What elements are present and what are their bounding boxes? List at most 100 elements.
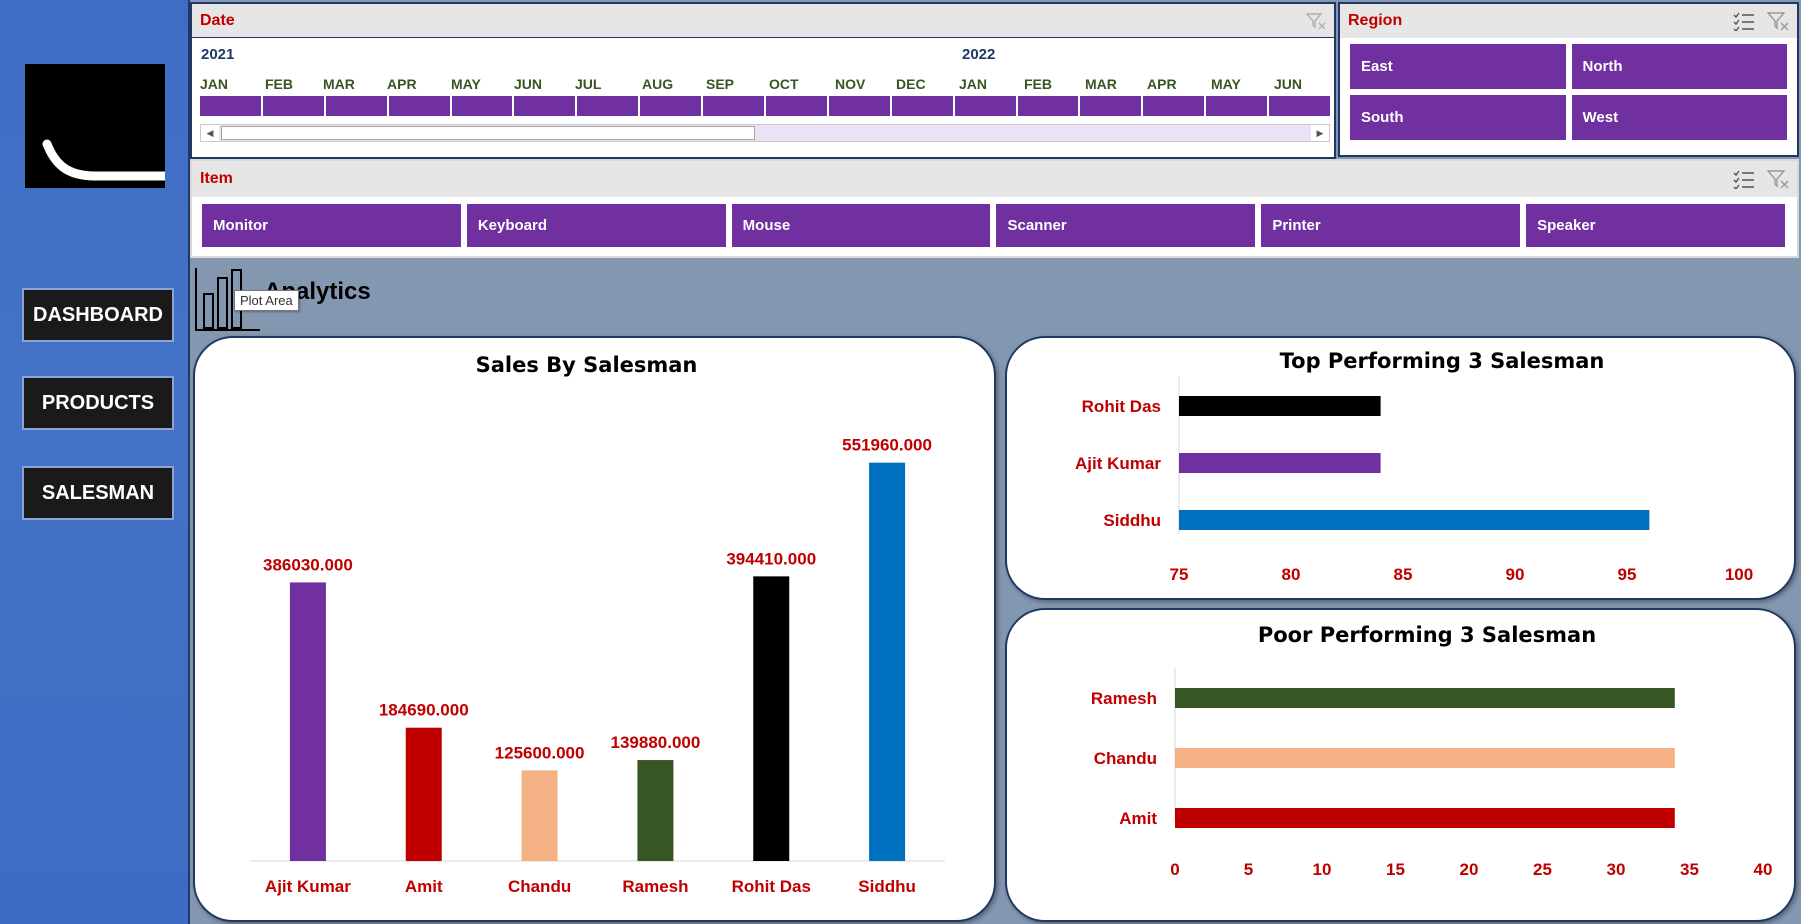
month-label: MAY bbox=[451, 76, 481, 92]
item-scanner-button[interactable]: Scanner bbox=[996, 204, 1256, 247]
bar bbox=[405, 727, 442, 861]
bar bbox=[1179, 510, 1650, 530]
date-slicer-title: Date bbox=[200, 11, 235, 29]
chart-title: Top Performing 3 Salesman bbox=[1280, 349, 1605, 373]
multi-select-icon[interactable] bbox=[1733, 11, 1755, 31]
top-performing-chart: Top Performing 3 Salesman Rohit Das Ajit K… bbox=[1005, 336, 1796, 600]
item-options: Monitor Keyboard Mouse Scanner Printer S… bbox=[192, 197, 1797, 247]
chart-title: Poor Performing 3 Salesman bbox=[1258, 623, 1596, 647]
logo bbox=[25, 64, 165, 188]
month-label: JAN bbox=[200, 76, 229, 92]
bar bbox=[637, 760, 674, 861]
x-tick-label: Chandu bbox=[508, 877, 571, 896]
date-slicer-header: Date bbox=[192, 4, 1334, 38]
clear-filter-icon[interactable] bbox=[1306, 12, 1326, 30]
item-slicer: Item Monitor Keyboard Mouse Scanner Prin… bbox=[190, 159, 1799, 258]
bar bbox=[1175, 748, 1675, 768]
year-label-2021: 2021 bbox=[201, 46, 235, 63]
timeline-month-cell[interactable] bbox=[1080, 96, 1142, 116]
region-east-button[interactable]: East bbox=[1350, 44, 1566, 89]
year-label-2022: 2022 bbox=[962, 46, 996, 63]
timeline-month-cell[interactable] bbox=[388, 96, 450, 116]
timeline-body: 2021 2022 JAN FEB MAR APR MAY JUN JUL AU… bbox=[192, 38, 1334, 160]
x-tick-label: 25 bbox=[1533, 860, 1552, 879]
item-printer-button[interactable]: Printer bbox=[1261, 204, 1521, 247]
timeline-month-cell[interactable] bbox=[1206, 96, 1268, 116]
month-label: JUN bbox=[1274, 76, 1303, 92]
region-south-button[interactable]: South bbox=[1350, 95, 1566, 140]
timeline-month-cell[interactable] bbox=[954, 96, 1016, 116]
bar bbox=[1179, 453, 1381, 473]
month-label: APR bbox=[387, 76, 417, 92]
x-tick-label: 90 bbox=[1506, 565, 1525, 584]
y-tick-label: Chandu bbox=[1094, 749, 1157, 768]
x-tick-label: 80 bbox=[1282, 565, 1301, 584]
region-north-button[interactable]: North bbox=[1571, 44, 1787, 89]
month-label: FEB bbox=[265, 76, 293, 92]
dashboard-button[interactable]: DASHBOARD bbox=[22, 288, 174, 342]
bar bbox=[869, 462, 906, 861]
bar bbox=[1179, 396, 1381, 416]
y-tick-label: Ajit Kumar bbox=[1075, 454, 1161, 473]
timeline-month-cell[interactable] bbox=[766, 96, 827, 116]
x-tick-label: 100 bbox=[1725, 565, 1753, 584]
data-label: 551960.000 bbox=[842, 436, 932, 455]
x-tick-label: Amit bbox=[405, 877, 443, 896]
scroll-right-icon[interactable]: ▶ bbox=[1311, 125, 1329, 141]
timeline-month-cell[interactable] bbox=[1017, 96, 1079, 116]
clear-filter-icon[interactable] bbox=[1767, 11, 1789, 31]
bar bbox=[289, 582, 326, 861]
data-label: 125600.000 bbox=[495, 743, 585, 762]
clear-filter-icon[interactable] bbox=[1767, 169, 1789, 189]
bar bbox=[753, 576, 790, 861]
scroll-left-icon[interactable]: ◀ bbox=[201, 125, 219, 141]
item-monitor-button[interactable]: Monitor bbox=[202, 204, 461, 247]
timeline-month-cell[interactable] bbox=[325, 96, 387, 116]
month-label: OCT bbox=[769, 76, 799, 92]
month-label: JAN bbox=[959, 76, 988, 92]
item-speaker-button[interactable]: Speaker bbox=[1526, 204, 1785, 247]
scroll-thumb[interactable] bbox=[221, 126, 755, 140]
timeline-month-cell[interactable] bbox=[703, 96, 765, 116]
item-slicer-title: Item bbox=[200, 170, 233, 187]
item-keyboard-button[interactable]: Keyboard bbox=[466, 204, 726, 247]
timeline-month-cell[interactable] bbox=[262, 96, 324, 116]
item-slicer-header: Item bbox=[192, 161, 1797, 197]
x-tick-label: Rohit Das bbox=[732, 877, 811, 896]
month-label: JUL bbox=[575, 76, 602, 92]
month-label: MAR bbox=[1085, 76, 1117, 92]
timeline-month-cell[interactable] bbox=[640, 96, 702, 116]
timeline-scrollbar[interactable]: ◀ ▶ bbox=[200, 124, 1330, 142]
x-tick-label: Siddhu bbox=[858, 877, 916, 896]
x-tick-label: 15 bbox=[1386, 860, 1405, 879]
poor-performing-chart: Poor Performing 3 Salesman Ramesh Chandu Am… bbox=[1005, 608, 1796, 922]
month-label: MAY bbox=[1211, 76, 1241, 92]
month-label: FEB bbox=[1024, 76, 1052, 92]
bar bbox=[521, 770, 558, 861]
timeline-bar[interactable] bbox=[200, 96, 1331, 116]
x-tick-label: 0 bbox=[1170, 860, 1179, 879]
month-labels: JAN FEB MAR APR MAY JUN JUL AUG SEP OCT … bbox=[200, 76, 1330, 92]
timeline-month-cell[interactable] bbox=[1143, 96, 1205, 116]
x-tick-label: 5 bbox=[1244, 860, 1253, 879]
timeline-month-cell[interactable] bbox=[451, 96, 513, 116]
chart-title: Sales By Salesman bbox=[476, 353, 698, 377]
y-tick-label: Ramesh bbox=[1091, 689, 1157, 708]
timeline-month-cell[interactable] bbox=[1269, 96, 1331, 116]
products-button[interactable]: PRODUCTS bbox=[22, 376, 174, 430]
timeline-month-cell[interactable] bbox=[514, 96, 576, 116]
x-tick-label: Ajit Kumar bbox=[265, 877, 351, 896]
timeline-month-cell[interactable] bbox=[828, 96, 890, 116]
data-label: 139880.000 bbox=[611, 733, 701, 752]
region-west-button[interactable]: West bbox=[1571, 95, 1787, 140]
data-label: 386030.000 bbox=[263, 555, 353, 574]
timeline-month-cell[interactable] bbox=[577, 96, 639, 116]
timeline-month-cell[interactable] bbox=[200, 96, 261, 116]
bar bbox=[1175, 688, 1675, 708]
month-label: JUN bbox=[514, 76, 543, 92]
item-mouse-button[interactable]: Mouse bbox=[731, 204, 991, 247]
timeline-month-cell[interactable] bbox=[891, 96, 953, 116]
x-tick-label: 75 bbox=[1170, 565, 1189, 584]
salesman-button[interactable]: SALESMAN bbox=[22, 466, 174, 520]
multi-select-icon[interactable] bbox=[1733, 169, 1755, 189]
